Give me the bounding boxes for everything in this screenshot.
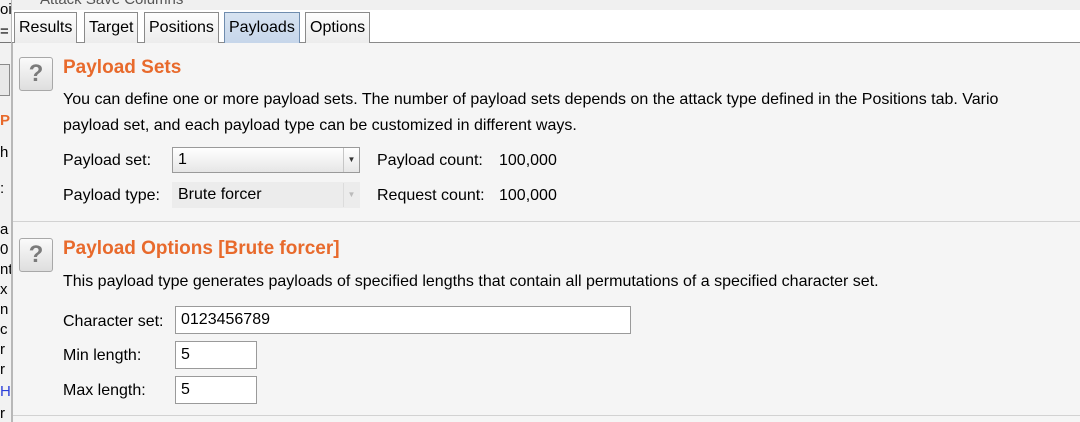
background-text: r — [0, 406, 5, 421]
payload-options-description: This payload type generates payloads of … — [63, 273, 879, 290]
max-length-label: Max length: — [63, 382, 146, 399]
payloads-panel: ? Payload Sets You can define one or mor… — [12, 43, 1080, 422]
character-set-label: Character set: — [63, 313, 164, 330]
background-text: h — [0, 145, 9, 160]
max-length-input[interactable] — [175, 376, 257, 404]
background-window: oi = P h : a 0 nt x n c r r H r — [0, 0, 12, 422]
payload-sets-description-line2: payload set, and each payload type can b… — [63, 117, 577, 134]
background-text: r — [0, 342, 5, 357]
background-text: P — [0, 113, 11, 128]
min-length-label: Min length: — [63, 347, 142, 364]
character-set-input[interactable] — [175, 306, 631, 334]
payload-set-select[interactable]: 1 ▼ — [172, 147, 360, 173]
payload-set-label: Payload set: — [63, 152, 152, 169]
tab-positions[interactable]: Positions — [144, 12, 219, 43]
tab-results[interactable]: Results — [14, 12, 78, 43]
payload-options-title: Payload Options [Brute forcer] — [63, 238, 340, 259]
tab-payloads[interactable]: Payloads — [224, 12, 300, 43]
background-button — [0, 64, 10, 96]
background-text: r — [0, 362, 5, 377]
payload-sets-title: Payload Sets — [63, 57, 182, 78]
payload-type-label: Payload type: — [63, 187, 160, 204]
background-text: c — [0, 322, 8, 337]
section-divider — [13, 221, 1080, 222]
payload-type-select[interactable]: Brute forcer ▼ — [172, 182, 360, 208]
background-text: x — [0, 282, 8, 297]
payload-set-value: 1 — [178, 151, 187, 168]
background-text: nt — [0, 262, 12, 277]
tab-options[interactable]: Options — [305, 12, 371, 43]
help-icon[interactable]: ? — [19, 57, 53, 91]
background-text: oi — [0, 2, 12, 17]
help-icon[interactable]: ? — [19, 238, 53, 272]
tab-target[interactable]: Target — [84, 12, 139, 43]
background-text: : — [0, 181, 5, 196]
request-count-label: Request count: — [377, 187, 485, 204]
min-length-input[interactable] — [175, 341, 257, 369]
tab-bar: Results Target Positions Payloads Option… — [12, 10, 1080, 43]
payload-sets-description-line1: You can define one or more payload sets.… — [63, 91, 999, 108]
payload-type-value: Brute forcer — [178, 186, 262, 203]
background-divider — [0, 42, 11, 43]
background-text: n — [0, 302, 9, 317]
chevron-down-icon: ▼ — [343, 148, 359, 172]
background-text: 0 — [0, 242, 9, 257]
section-divider — [13, 415, 1080, 416]
request-count-value: 100,000 — [499, 187, 557, 204]
payload-count-value: 100,000 — [499, 152, 557, 169]
background-text: H — [0, 384, 11, 399]
background-text: = — [0, 24, 9, 39]
window-titlebar: Attack Save Columns — [12, 0, 1080, 10]
chevron-down-icon: ▼ — [343, 183, 359, 207]
payload-count-label: Payload count: — [377, 152, 483, 169]
background-text: a — [0, 222, 9, 237]
window-title: Attack Save Columns — [40, 0, 183, 8]
